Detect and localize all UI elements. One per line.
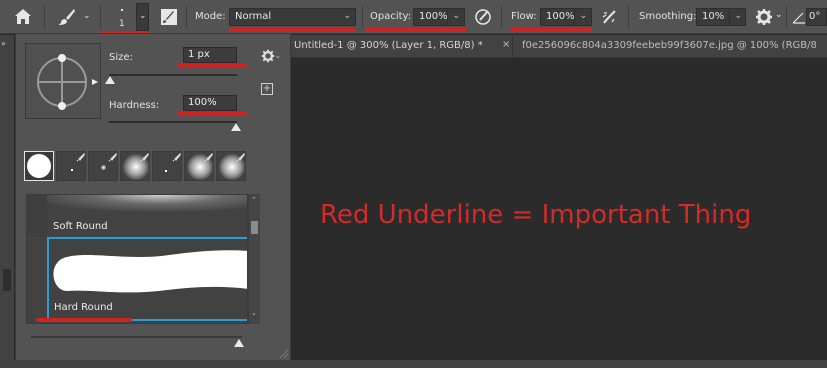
flow-dropdown[interactable]: ⌄ <box>574 8 592 26</box>
preview-size-slider[interactable] <box>31 336 242 338</box>
list-item[interactable]: Soft Round <box>53 221 108 232</box>
list-scrollbar[interactable]: ⌃ ⌄ <box>248 194 260 324</box>
annotation-text: Red Underline = Important Thing <box>320 200 752 230</box>
angle-icon <box>792 12 805 24</box>
opacity-dropdown[interactable]: ⌄ <box>447 8 465 26</box>
hardness-label: Hardness: <box>109 100 160 111</box>
red-underline <box>177 64 247 68</box>
red-underline <box>229 28 356 32</box>
recent-preset-soft-large[interactable] <box>120 151 150 181</box>
red-underline <box>177 112 247 116</box>
chevron-down-icon[interactable]: ⌄ <box>775 10 783 20</box>
tools-panel-strip: » <box>0 35 14 368</box>
mode-select[interactable]: Normal ⌄ <box>229 8 356 26</box>
recent-preset-soft-large-3[interactable] <box>216 151 246 181</box>
chevron-down-icon: ⌄ <box>734 11 742 21</box>
hardness-slider-thumb[interactable] <box>231 123 241 131</box>
chevron-down-icon: ⌄ <box>343 11 351 21</box>
document-tab-bar: Untitled-1 @ 300% (Layer 1, RGB/8) * × f… <box>288 35 827 58</box>
brush-icon <box>108 153 117 162</box>
brush-icon <box>236 153 245 162</box>
smoothing-value: 10% <box>702 11 725 22</box>
brush-icon[interactable] <box>58 8 76 26</box>
list-item-selected[interactable]: Hard Round <box>47 237 247 321</box>
scrollbar-thumb[interactable] <box>251 221 258 234</box>
brush-icon <box>172 153 181 162</box>
mode-value: Normal <box>235 11 272 22</box>
chevron-down-icon: ⌄ <box>139 11 147 21</box>
red-underline <box>510 28 592 32</box>
brush-size-readout: 1 <box>119 19 125 29</box>
recent-preset-hard-round[interactable] <box>24 151 54 181</box>
recent-preset-soft-large-2[interactable] <box>184 151 214 181</box>
size-label: Size: <box>109 52 133 63</box>
brush-picker-dropdown[interactable]: ⌄ <box>136 3 149 31</box>
size-field[interactable]: 1 px <box>183 47 237 63</box>
status-strip <box>0 360 827 368</box>
recent-preset-small-dot[interactable] <box>152 151 182 181</box>
expand-icon[interactable]: » <box>1 39 6 48</box>
chevron-down-icon: ⌄ <box>579 11 587 21</box>
gear-icon[interactable] <box>261 49 275 63</box>
opacity-label: Opacity: <box>370 11 412 22</box>
brush-angle-preview[interactable] <box>25 43 101 119</box>
airbrush-icon[interactable] <box>601 8 619 26</box>
red-underline <box>36 318 132 322</box>
brush-settings-panel-icon[interactable] <box>160 8 178 26</box>
hardness-value: 100% <box>188 97 217 108</box>
resize-grip-icon[interactable] <box>278 348 289 359</box>
hard-round-stroke-preview <box>53 250 247 293</box>
flow-label: Flow: <box>511 11 537 22</box>
tab-jpg-document[interactable]: f0e256096c804a3309feebeb99f3607e.jpg @ 1… <box>522 40 817 51</box>
flow-value: 100% <box>546 11 575 22</box>
list-item: Hard Round <box>54 302 113 313</box>
chevron-up-icon[interactable]: ⌃ <box>251 196 257 204</box>
angle-field[interactable]: 0° <box>806 8 827 26</box>
brush-icon <box>76 153 85 162</box>
pressure-opacity-icon[interactable] <box>474 8 492 26</box>
opacity-value: 100% <box>419 11 448 22</box>
chevron-down-icon[interactable]: ⌄ <box>83 11 91 21</box>
tool-slot[interactable] <box>3 269 11 291</box>
smoothing-label: Smoothing: <box>639 11 697 22</box>
size-value: 1 px <box>188 49 210 60</box>
chevron-down-icon[interactable]: ⌄ <box>251 309 257 317</box>
red-underline <box>365 28 467 32</box>
recent-preset-tiny-dot[interactable] <box>56 151 86 181</box>
chevron-down-icon: ⌄ <box>452 11 460 21</box>
preview-size-slider-thumb[interactable] <box>234 339 244 347</box>
options-bar: ⌄ 1 ⌄ Mode: Normal ⌄ Opacity: 100% ⌄ Flo… <box>0 0 827 35</box>
close-icon[interactable]: × <box>502 39 510 50</box>
chevron-down-icon[interactable]: ⌄ <box>275 52 281 60</box>
gear-icon[interactable] <box>755 8 773 26</box>
brush-icon <box>204 153 213 162</box>
brush-icon <box>140 153 149 162</box>
home-icon[interactable] <box>14 8 32 25</box>
brush-preset-list: Soft Round Hard Round <box>26 194 248 324</box>
hardness-field[interactable]: 100% <box>183 95 237 111</box>
brush-preset-panel: Size: 1 px ⌄ + Hardness: 100% Soft Round… <box>15 33 291 361</box>
recent-preset-soft-dot[interactable] <box>88 151 118 181</box>
new-preset-icon[interactable]: + <box>261 83 273 95</box>
angle-value: 0° <box>809 11 821 22</box>
brush-preset-picker[interactable]: 1 <box>116 6 128 29</box>
smoothing-dropdown[interactable]: ⌄ <box>729 8 746 26</box>
size-slider-thumb[interactable] <box>105 76 115 84</box>
tab-untitled-1[interactable]: Untitled-1 @ 300% (Layer 1, RGB/8) * <box>294 40 483 51</box>
size-slider[interactable] <box>109 74 237 76</box>
hardness-slider[interactable] <box>109 121 237 123</box>
mode-label: Mode: <box>195 11 226 22</box>
